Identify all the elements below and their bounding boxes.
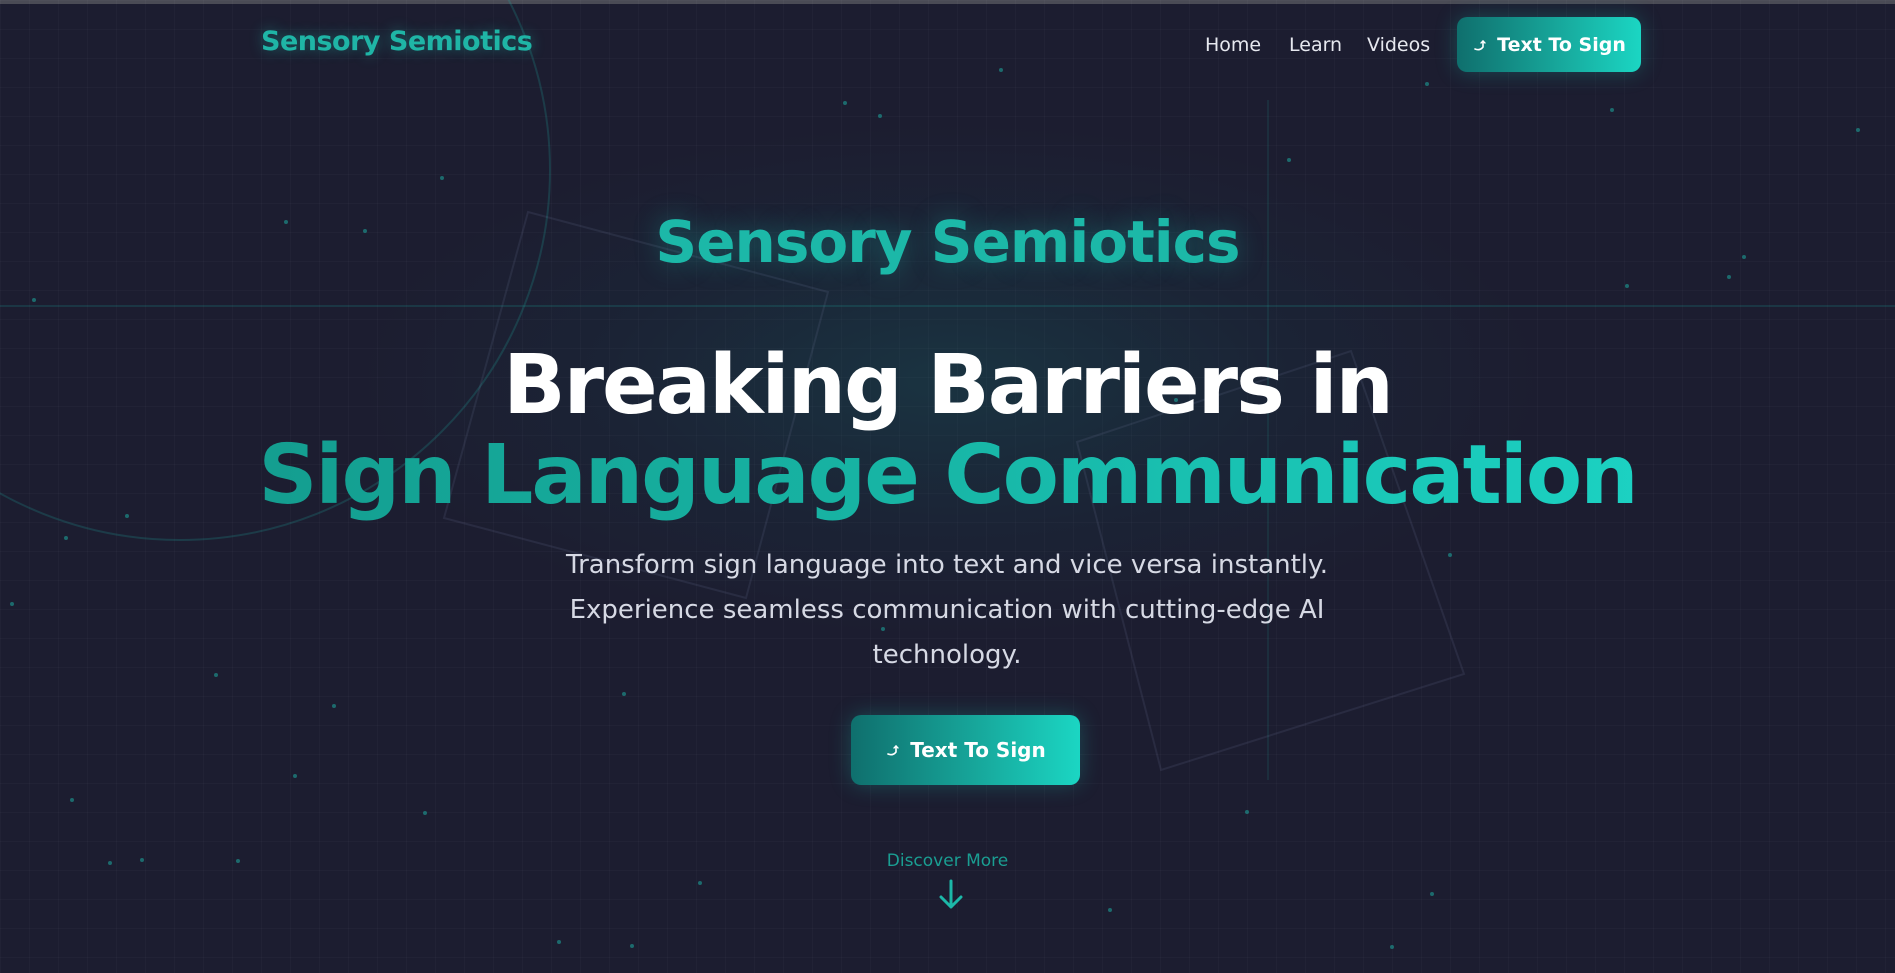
nav-home[interactable]: Home <box>1205 34 1261 56</box>
hero-cta-label: Text To Sign <box>910 738 1046 762</box>
hero-brand-title: Sensory Semiotics <box>655 208 1240 276</box>
hero-headline-line1: Breaking Barriers in <box>503 338 1394 433</box>
nav-text-to-sign-button[interactable]: Text To Sign <box>1457 17 1641 72</box>
nav-videos[interactable]: Videos <box>1367 34 1430 56</box>
hero-subtitle: Transform sign language into text and vi… <box>566 550 1328 670</box>
brand-logo[interactable]: Sensory Semiotics <box>261 26 533 57</box>
hero-headline-line2: Sign Language Communication <box>0 428 1895 523</box>
hero-text-to-sign-button[interactable]: Text To Sign <box>851 715 1080 785</box>
nav-cta-label: Text To Sign <box>1497 33 1626 56</box>
discover-more-link[interactable]: Discover More <box>0 851 1895 871</box>
arrow-down-icon[interactable] <box>933 877 969 913</box>
nav-learn[interactable]: Learn <box>1289 34 1342 56</box>
hand-icon <box>1474 39 1486 50</box>
hand-icon <box>887 745 899 756</box>
